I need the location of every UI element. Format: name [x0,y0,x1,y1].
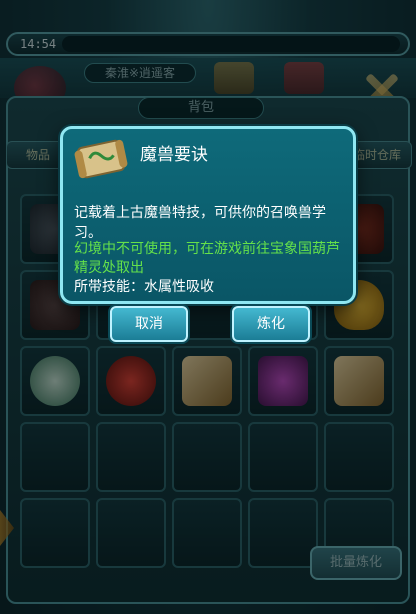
scroll-icon-graphic [74,139,128,179]
dim-overlay [0,0,416,614]
dialog-description: 记载着上古魔兽特技，可供你的召唤兽学习。 [74,205,326,241]
dialog-title: 魔兽要诀 [140,145,208,165]
scroll-icon [74,136,128,182]
cancel-button[interactable]: 取消 [110,306,188,342]
skill-value: 水属性吸收 [144,279,214,295]
refine-button[interactable]: 炼化 [232,306,310,342]
dialog-warning: 幻境中不可使用，可在游戏前往宝象国葫芦精灵处取出 [74,241,340,276]
skill-label: 所带技能： [74,279,144,295]
dialog-skill: 所带技能：水属性吸收 [74,278,342,296]
game-scene: 14:54 秦淮※逍遥客 背包 物品 行囊 临时仓库 [0,0,416,614]
